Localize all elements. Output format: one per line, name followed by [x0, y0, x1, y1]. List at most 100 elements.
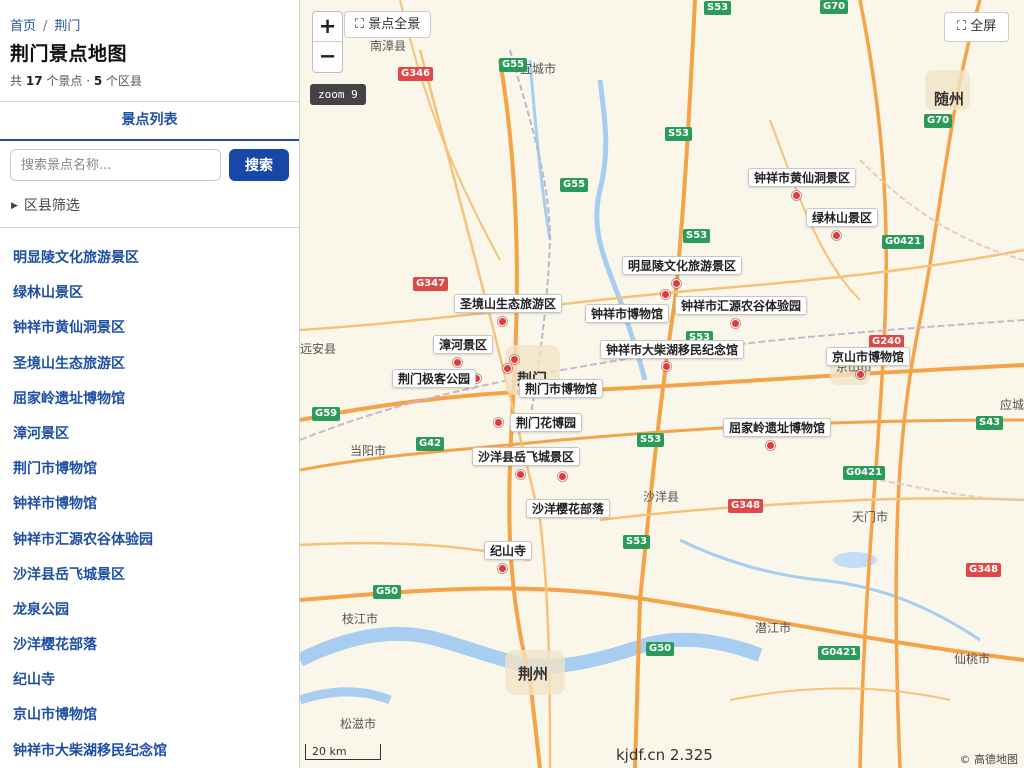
spot-list-item[interactable]: 绿林山景区: [0, 275, 299, 310]
breadcrumb-separator: /: [43, 19, 48, 34]
highway-shield: G55: [499, 58, 528, 72]
zoom-in-button[interactable]: +: [313, 12, 342, 42]
highway-shield: G347: [413, 277, 449, 291]
fullscreen-button[interactable]: ⛶ 全屏: [944, 12, 1010, 42]
marker-label[interactable]: 漳河景区: [433, 335, 494, 354]
highway-shield: G0421: [843, 466, 886, 480]
city-label: 天门市: [852, 510, 889, 524]
marker-label[interactable]: 钟祥市汇源农谷体验园: [675, 296, 808, 315]
map-marker[interactable]: [662, 362, 671, 371]
map-marker[interactable]: [494, 418, 503, 427]
spot-list-item[interactable]: 圣境山生态旅游区: [0, 346, 299, 381]
divider: [0, 227, 299, 228]
map-marker[interactable]: [453, 358, 462, 367]
summary-text: 共 17 个景点 · 5 个区县: [10, 72, 142, 89]
spot-list-item[interactable]: 钟祥市博物馆: [0, 486, 299, 521]
city-label: 随州: [934, 90, 965, 108]
search-button[interactable]: 搜索: [229, 149, 289, 181]
spot-list-item[interactable]: 钟祥市黄仙洞景区: [0, 310, 299, 345]
districts-unit: 个区县: [106, 74, 143, 88]
breadcrumb-current-link[interactable]: 荆门: [54, 19, 80, 34]
highway-shield: G346: [398, 67, 434, 81]
map-marker[interactable]: [558, 472, 567, 481]
map-marker[interactable]: [766, 441, 775, 450]
marker-label[interactable]: 京山市博物馆: [826, 347, 911, 366]
highway-shield: S53: [623, 535, 651, 549]
districts-count: 5: [93, 74, 103, 88]
city-label: 远安县: [300, 342, 337, 356]
map-marker[interactable]: [856, 370, 865, 379]
spot-list-item[interactable]: 龙泉公园: [0, 592, 299, 627]
search-input[interactable]: [10, 149, 221, 181]
highway-shield: G348: [966, 563, 1002, 577]
highway-shield: G55: [560, 178, 589, 192]
marker-label[interactable]: 荆门花博园: [510, 413, 583, 432]
highway-shield: S43: [976, 416, 1004, 430]
city-label: 南漳县: [370, 39, 407, 53]
spot-list-item[interactable]: 钟祥市大柴湖移民纪念馆: [0, 733, 299, 768]
spot-list-item[interactable]: 沙洋县岳飞城景区: [0, 557, 299, 592]
city-label: 仙桃市: [954, 652, 991, 666]
spot-list-item[interactable]: 京山市博物馆: [0, 697, 299, 732]
highway-shield: G0421: [818, 646, 861, 660]
city-label: 当阳市: [350, 444, 387, 458]
city-label: 沙洋县: [643, 490, 680, 504]
marker-label[interactable]: 纪山寺: [484, 541, 533, 560]
map-marker[interactable]: [498, 564, 507, 573]
marker-label[interactable]: 绿林山景区: [806, 208, 879, 227]
map-marker[interactable]: [510, 355, 519, 364]
city-label: 荆州: [518, 665, 549, 683]
tab-spot-list[interactable]: 景点列表: [0, 102, 299, 141]
marker-label[interactable]: 沙洋樱花部落: [526, 499, 611, 518]
marker-label[interactable]: 钟祥市大柴湖移民纪念馆: [600, 340, 745, 359]
highway-shield: G70: [924, 114, 953, 128]
marker-label[interactable]: 屈家岭遗址博物馆: [723, 418, 832, 437]
map-marker[interactable]: [661, 290, 670, 299]
highway-shield: S53: [704, 1, 732, 15]
breadcrumb-home-link[interactable]: 首页: [10, 19, 36, 34]
zoom-out-button[interactable]: −: [313, 42, 342, 72]
expand-icon: ⛶: [355, 17, 365, 32]
map-marker[interactable]: [503, 364, 512, 373]
page-title: 荆门景点地图: [10, 43, 128, 65]
spot-list-item[interactable]: 屈家岭遗址博物馆: [0, 381, 299, 416]
highway-shield: G70: [820, 0, 849, 14]
map-watermark: kjdf.cn 2.325: [616, 746, 713, 764]
map-marker[interactable]: [516, 470, 525, 479]
zoom-level-badge: zoom 9: [310, 84, 366, 105]
marker-label[interactable]: 钟祥市博物馆: [585, 304, 670, 323]
overview-button-label: 景点全景: [368, 17, 421, 32]
map-scale-bar: 20 km: [305, 744, 381, 760]
marker-label[interactable]: 荆门市博物馆: [519, 379, 604, 398]
breadcrumb: 首页 / 荆门: [10, 15, 80, 34]
map-marker[interactable]: [731, 319, 740, 328]
spot-list-item[interactable]: 荆门市博物馆: [0, 451, 299, 486]
summary-prefix: 共: [10, 74, 23, 88]
spot-list-item[interactable]: 沙洋樱花部落: [0, 627, 299, 662]
spot-list-item[interactable]: 纪山寺: [0, 662, 299, 697]
spot-list-item[interactable]: 钟祥市汇源农谷体验园: [0, 522, 299, 557]
marker-label[interactable]: 荆门极客公园: [392, 369, 477, 388]
spot-list-item[interactable]: 漳河景区: [0, 416, 299, 451]
map-marker[interactable]: [792, 191, 801, 200]
map-marker[interactable]: [832, 231, 841, 240]
fullscreen-button-label: 全屏: [970, 19, 997, 34]
overview-button[interactable]: ⛶ 景点全景: [344, 11, 432, 38]
marker-label[interactable]: 明显陵文化旅游景区: [622, 256, 743, 275]
search-row: 搜索: [10, 149, 289, 181]
district-filter-label: 区县筛选: [23, 198, 80, 214]
map-canvas[interactable]: 南漳县 宜城市 随州 远安县 荆门 京山市 当阳市 沙洋县 天门市 应城 枝江市…: [300, 0, 1024, 768]
spot-list-item[interactable]: 明显陵文化旅游景区: [0, 240, 299, 275]
sidebar: 首页 / 荆门 荆门景点地图 共 17 个景点 · 5 个区县 景点列表 搜索 ▶ 区…: [0, 0, 300, 768]
map-marker[interactable]: [672, 279, 681, 288]
marker-label[interactable]: 圣境山生态旅游区: [454, 294, 563, 313]
highway-shield: S53: [637, 433, 665, 447]
zoom-control: + −: [312, 11, 343, 73]
spots-unit: 个景点 ·: [46, 74, 91, 88]
map-marker[interactable]: [498, 317, 507, 326]
district-filter-toggle[interactable]: ▶ 区县筛选: [11, 195, 80, 215]
city-label: 应城: [1000, 398, 1024, 412]
highway-shield: S53: [665, 127, 693, 141]
marker-label[interactable]: 沙洋县岳飞城景区: [472, 447, 581, 466]
marker-label[interactable]: 钟祥市黄仙洞景区: [748, 168, 857, 187]
